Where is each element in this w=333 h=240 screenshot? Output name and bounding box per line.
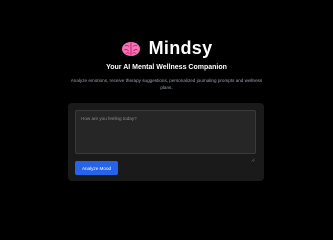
resize-handle-icon[interactable] [251, 149, 255, 162]
brand-header: Mindsy [0, 38, 333, 59]
page: Mindsy Your AI Mental Wellness Companion… [0, 0, 333, 222]
description: Analyze emotions, receive therapy sugges… [70, 78, 263, 90]
analyze-mood-button[interactable]: Analyze Mood [75, 161, 118, 175]
tagline: Your AI Mental Wellness Companion [106, 64, 227, 71]
mood-card: Analyze Mood [68, 103, 264, 181]
brain-icon [121, 41, 141, 57]
mood-input[interactable] [75, 110, 256, 154]
app-title: Mindsy [148, 38, 213, 58]
